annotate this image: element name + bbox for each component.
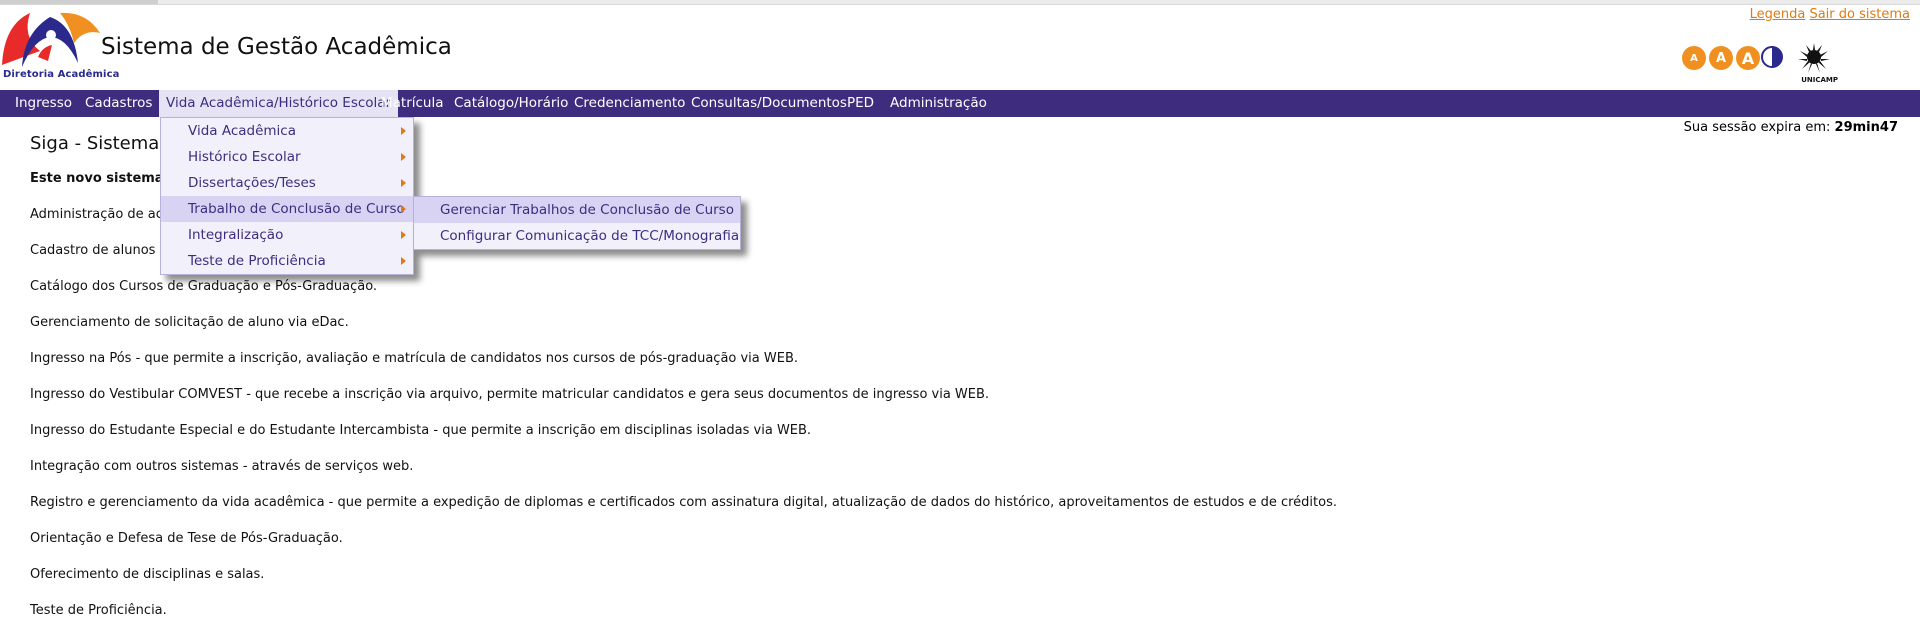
menu-ped[interactable]: PED <box>840 90 881 117</box>
contrast-toggle-icon[interactable] <box>1761 46 1783 68</box>
feature-line: Teste de Proficiência. <box>30 603 167 618</box>
submenu-item-configurar-comunicacao[interactable]: Configurar Comunicação de TCC/Monografia <box>414 223 740 249</box>
feature-line: Registro e gerenciamento da vida acadêmi… <box>30 495 1337 510</box>
session-label: Sua sessão expira em: <box>1683 120 1831 135</box>
dropdown-item-integralizacao[interactable]: Integralização <box>161 222 413 248</box>
legend-link[interactable]: Legenda <box>1750 7 1806 22</box>
submenu-arrow-icon <box>401 127 406 135</box>
dropdown-item-label: Vida Acadêmica <box>188 123 296 139</box>
font-large-button[interactable]: A <box>1736 46 1760 70</box>
submenu-arrow-icon <box>401 257 406 265</box>
feature-line: Cadastro de alunos - <box>30 243 165 258</box>
dropdown-item-tcc[interactable]: Trabalho de Conclusão de Curso <box>161 196 413 222</box>
menu-matricula[interactable]: Matrícula <box>374 90 451 117</box>
dropdown-item-label: Histórico Escolar <box>188 149 301 165</box>
dropdown-item-vida-academica[interactable]: Vida Acadêmica <box>161 118 413 144</box>
feature-line: Ingresso do Estudante Especial e do Estu… <box>30 423 812 438</box>
feature-line: Ingresso do Vestibular COMVEST - que rec… <box>30 387 990 402</box>
dropdown-item-label: Dissertações/Teses <box>188 175 316 191</box>
app-title: Sistema de Gestão Acadêmica <box>101 34 452 60</box>
feature-line: Oferecimento de disciplinas e salas. <box>30 567 265 582</box>
feature-line: Orientação e Defesa de Tese de Pós-Gradu… <box>30 531 343 546</box>
menu-ingresso[interactable]: Ingresso <box>8 90 79 117</box>
session-time: 29min47 <box>1834 120 1898 135</box>
session-timer: Sua sessão expira em: 29min47 <box>1684 120 1898 135</box>
vida-academica-dropdown: Vida Acadêmica Histórico Escolar Dissert… <box>160 117 414 275</box>
dropdown-item-historico-escolar[interactable]: Histórico Escolar <box>161 144 413 170</box>
dropdown-item-teste-proficiencia[interactable]: Teste de Proficiência <box>161 248 413 274</box>
menu-credenciamento[interactable]: Credenciamento <box>567 90 692 117</box>
feature-line: Catálogo dos Cursos de Graduação e Pós-G… <box>30 279 378 294</box>
dropdown-item-dissertacoes-teses[interactable]: Dissertações/Teses <box>161 170 413 196</box>
feature-line: Integração com outros sistemas - através… <box>30 459 414 474</box>
menu-consultas-documentos[interactable]: Consultas/Documentos <box>684 90 854 117</box>
main-menubar: Ingresso Cadastros Vida Acadêmica/Histór… <box>0 90 1920 117</box>
font-medium-button[interactable]: A <box>1709 46 1733 70</box>
unicamp-label: UNICAMP <box>1801 76 1838 84</box>
feature-line: Administração de ace <box>30 207 171 222</box>
top-links: Legenda Sair do sistema <box>1750 7 1910 22</box>
submenu-arrow-icon <box>401 179 406 187</box>
feature-line: Ingresso na Pós - que permite a inscriçã… <box>30 351 799 366</box>
page-title: Siga - Sistema <box>30 133 160 154</box>
feature-line: Gerenciamento de solicitação de aluno vi… <box>30 315 349 330</box>
submenu-arrow-icon <box>401 205 406 213</box>
logout-link[interactable]: Sair do sistema <box>1809 7 1910 22</box>
dropdown-item-label: Teste de Proficiência <box>188 253 326 269</box>
menu-administracao[interactable]: Administração <box>883 90 994 117</box>
menu-cadastros[interactable]: Cadastros <box>78 90 159 117</box>
browser-selection-strip <box>0 0 158 4</box>
page-header: Diretoria Acadêmica Sistema de Gestão Ac… <box>0 5 1920 90</box>
font-small-button[interactable]: A <box>1682 46 1706 70</box>
tcc-submenu: Gerenciar Trabalhos de Conclusão de Curs… <box>413 196 741 250</box>
org-name: Diretoria Acadêmica <box>3 69 120 80</box>
menu-catalogo-horario[interactable]: Catálogo/Horário <box>447 90 575 117</box>
dropdown-item-label: Integralização <box>188 227 284 243</box>
submenu-item-gerenciar-tcc[interactable]: Gerenciar Trabalhos de Conclusão de Curs… <box>414 197 740 223</box>
font-size-controls: A A A <box>1682 46 1760 70</box>
dropdown-item-label: Trabalho de Conclusão de Curso <box>188 201 405 217</box>
intro-text: Este novo sistema <box>30 171 164 186</box>
menu-vida-academica[interactable]: Vida Acadêmica/Histórico Escolar <box>159 90 399 117</box>
submenu-arrow-icon <box>401 231 406 239</box>
submenu-arrow-icon <box>401 153 406 161</box>
